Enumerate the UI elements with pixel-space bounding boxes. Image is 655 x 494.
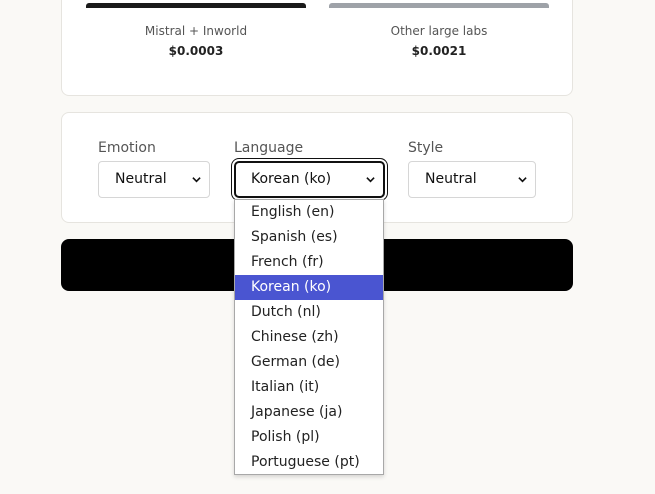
language-label: Language — [234, 140, 304, 156]
style-label: Style — [408, 140, 444, 156]
cost-column-other: Other large labs $0.0021 — [329, 23, 549, 59]
language-option[interactable]: Italian (it) — [235, 375, 383, 400]
language-option[interactable]: Dutch (nl) — [235, 300, 383, 325]
language-option[interactable]: Portuguese (pt) — [235, 450, 383, 475]
style-value: Neutral — [425, 171, 477, 187]
cost-value: $0.0021 — [411, 44, 467, 58]
cost-name: Other large labs — [390, 24, 488, 38]
style-select[interactable]: Neutral — [408, 161, 536, 198]
emotion-select[interactable]: Neutral — [98, 161, 210, 198]
language-option[interactable]: French (fr) — [235, 250, 383, 275]
cost-column-mistral: Mistral + Inworld $0.0003 — [86, 23, 306, 59]
language-option[interactable]: Polish (pl) — [235, 425, 383, 450]
cost-value: $0.0003 — [168, 44, 224, 58]
chevron-down-icon — [518, 177, 527, 183]
cost-bar-mistral — [86, 3, 306, 8]
language-dropdown-list[interactable]: English (en) Spanish (es) French (fr) Ko… — [234, 199, 384, 475]
chevron-down-icon — [366, 177, 375, 183]
chevron-down-icon — [192, 177, 201, 183]
language-option[interactable]: Chinese (zh) — [235, 325, 383, 350]
language-option[interactable]: English (en) — [235, 200, 383, 225]
cost-name: Mistral + Inworld — [144, 24, 248, 38]
emotion-label: Emotion — [98, 140, 156, 156]
language-option-selected[interactable]: Korean (ko) — [235, 275, 383, 300]
cost-comparison-card: Mistral + Inworld $0.0003 Other large la… — [61, 0, 573, 96]
language-option[interactable]: German (de) — [235, 350, 383, 375]
language-select[interactable]: Korean (ko) — [234, 161, 385, 198]
language-value: Korean (ko) — [251, 171, 332, 187]
language-option[interactable]: Japanese (ja) — [235, 400, 383, 425]
language-option[interactable]: Spanish (es) — [235, 225, 383, 250]
cost-bar-other — [329, 3, 549, 8]
emotion-value: Neutral — [115, 171, 167, 187]
